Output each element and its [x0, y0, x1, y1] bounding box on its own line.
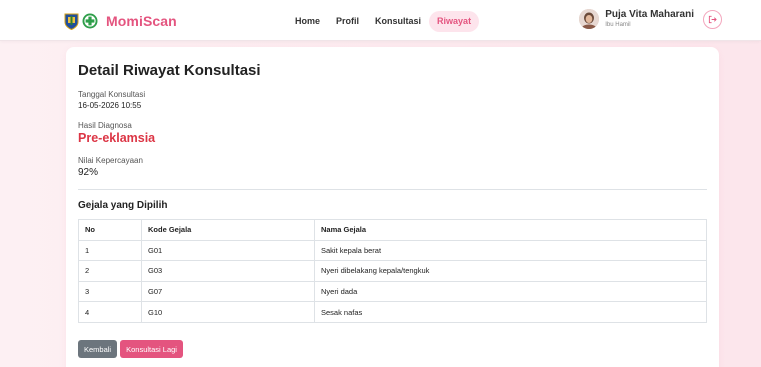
main-nav: Home Profil Konsultasi Riwayat — [287, 11, 480, 32]
cell-no: 4 — [78, 301, 142, 323]
cell-kode: G07 — [141, 280, 315, 303]
brand[interactable]: MomiScan — [64, 11, 177, 31]
table-row: 3 G07 Nyeri dada — [78, 280, 707, 303]
cell-no: 3 — [78, 280, 142, 303]
navbar: MomiScan Home Profil Konsultasi Riwayat … — [0, 0, 761, 41]
health-plus-icon — [82, 13, 98, 29]
table-row: 4 G10 Sesak nafas — [78, 301, 707, 323]
brand-name: MomiScan — [106, 13, 177, 29]
header-no: No — [78, 219, 142, 241]
nav-riwayat[interactable]: Riwayat — [429, 11, 480, 32]
logout-icon — [708, 15, 717, 23]
consult-again-button[interactable]: Konsultasi Lagi — [120, 340, 183, 358]
symptoms-table: No Kode Gejala Nama Gejala 1 G01 Sakit k… — [78, 219, 707, 323]
page-title: Detail Riwayat Konsultasi — [78, 62, 261, 79]
symptoms-title: Gejala yang Dipilih — [78, 200, 168, 211]
cell-kode: G03 — [141, 260, 315, 282]
cell-nama: Nyeri dibelakang kepala/tengkuk — [314, 260, 707, 282]
date-label: Tanggal Konsultasi — [78, 90, 146, 99]
diagnosis-label: Hasil Diagnosa — [78, 121, 132, 130]
user-role: Ibu Hamil — [605, 22, 631, 28]
confidence-label: Nilai Kepercayaan — [78, 156, 143, 165]
user-name: Puja Vita Maharani — [605, 9, 694, 20]
cell-nama: Nyeri dada — [314, 280, 707, 303]
detail-card: Detail Riwayat Konsultasi Tanggal Konsul… — [66, 47, 719, 367]
date-value: 16-05-2026 10:55 — [78, 101, 142, 110]
nav-profil[interactable]: Profil — [328, 11, 367, 32]
action-buttons: Kembali Konsultasi Lagi — [78, 340, 183, 358]
logout-button[interactable] — [703, 9, 722, 29]
back-button[interactable]: Kembali — [78, 340, 118, 358]
table-row: 1 G01 Sakit kepala berat — [78, 239, 707, 262]
nav-home[interactable]: Home — [287, 11, 328, 32]
header-kode: Kode Gejala — [141, 219, 315, 241]
confidence-value: 92% — [78, 167, 99, 178]
user-menu: Puja Vita Maharani Ibu Hamil — [579, 9, 722, 29]
table-row: 2 G03 Nyeri dibelakang kepala/tengkuk — [78, 260, 707, 282]
avatar-image — [579, 9, 600, 29]
cell-kode: G01 — [141, 239, 315, 262]
table-header-row: No Kode Gejala Nama Gejala — [78, 219, 707, 241]
diagnosis-value: Pre-eklamsia — [78, 131, 156, 145]
cell-no: 2 — [78, 260, 142, 282]
cell-kode: G10 — [141, 301, 315, 323]
user-info: Puja Vita Maharani Ibu Hamil — [605, 9, 694, 29]
shield-emblem-icon — [64, 13, 79, 30]
cell-nama: Sesak nafas — [314, 301, 707, 323]
nav-konsultasi[interactable]: Konsultasi — [367, 11, 429, 32]
avatar[interactable] — [579, 9, 600, 29]
divider — [78, 189, 707, 190]
cell-no: 1 — [78, 239, 142, 262]
header-nama: Nama Gejala — [314, 219, 707, 241]
cell-nama: Sakit kepala berat — [314, 239, 707, 262]
